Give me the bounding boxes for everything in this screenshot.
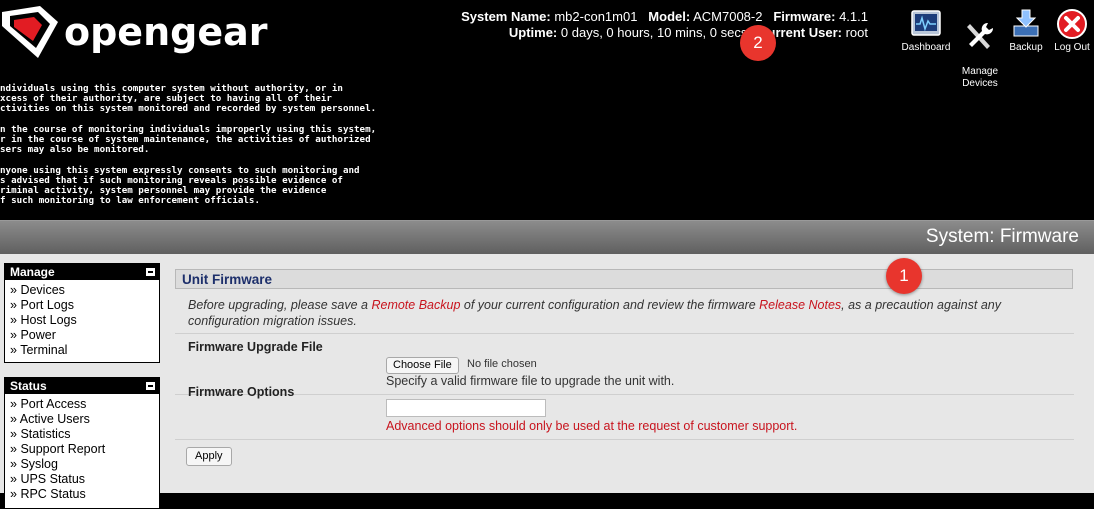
manage-menu-title: Manage xyxy=(10,265,55,279)
minimize-icon[interactable] xyxy=(146,268,155,276)
intro-text: of your current configuration and review… xyxy=(460,298,760,312)
model-value: ACM7008-2 xyxy=(693,9,763,24)
apply-button[interactable]: Apply xyxy=(186,447,232,466)
menu-item-port-logs[interactable]: Port Logs xyxy=(5,298,159,313)
logout-icon xyxy=(1057,9,1087,39)
divider xyxy=(175,333,1074,334)
dashboard-label: Dashboard xyxy=(901,42,951,53)
firmware-upgrade-label: Firmware Upgrade File xyxy=(188,340,323,354)
login-banner: ndividuals using this computer system wi… xyxy=(0,83,377,207)
page-title-bar: System: Firmware xyxy=(0,220,1094,255)
no-file-text: No file chosen xyxy=(467,358,537,370)
intro-text: Before upgrading, please save a xyxy=(188,298,372,312)
dashboard-button[interactable]: Dashboard xyxy=(896,8,956,54)
manage-menu: Manage Devices Port Logs Host Logs Power… xyxy=(4,263,160,363)
status-menu: Status Port Access Active Users Statisti… xyxy=(4,377,160,509)
choose-file-button[interactable]: Choose File xyxy=(386,357,459,374)
backup-label: Backup xyxy=(1009,42,1043,53)
opengear-logo: opengear xyxy=(0,2,270,62)
backup-button[interactable]: Backup xyxy=(1006,8,1046,54)
menu-item-active-users[interactable]: Active Users xyxy=(5,412,159,427)
current-user-value: root xyxy=(845,25,868,40)
system-name-value: mb2-con1m01 xyxy=(554,9,638,24)
menu-item-devices[interactable]: Devices xyxy=(5,283,159,298)
firmware-options-input[interactable] xyxy=(386,399,546,417)
options-hint: Advanced options should only be used at … xyxy=(386,419,798,433)
annotation-badge-2: 2 xyxy=(740,25,776,61)
menu-item-syslog[interactable]: Syslog xyxy=(5,457,159,472)
manage-menu-header: Manage xyxy=(5,264,159,280)
system-info: System Name: mb2-con1m01 Model: ACM7008-… xyxy=(461,9,868,41)
logout-button[interactable]: Log Out xyxy=(1050,8,1094,54)
firmware-value: 4.1.1 xyxy=(839,9,868,24)
menu-item-ups-status[interactable]: UPS Status xyxy=(5,472,159,487)
firmware-label: Firmware: xyxy=(773,9,836,24)
logo-text: opengear xyxy=(64,10,268,54)
logo-mark-icon xyxy=(2,6,58,58)
wrench-screwdriver-icon xyxy=(967,22,994,49)
menu-item-rpc-status[interactable]: RPC Status xyxy=(5,487,159,502)
logout-label: Log Out xyxy=(1054,42,1090,53)
divider xyxy=(175,394,1074,395)
menu-item-port-access[interactable]: Port Access xyxy=(5,397,159,412)
menu-item-power[interactable]: Power xyxy=(5,328,159,343)
divider xyxy=(175,439,1074,440)
system-name-label: System Name: xyxy=(461,9,551,24)
menu-item-terminal[interactable]: Terminal xyxy=(5,343,159,358)
model-label: Model: xyxy=(648,9,691,24)
firmware-intro: Before upgrading, please save a Remote B… xyxy=(188,297,1068,329)
backup-icon xyxy=(1013,9,1039,37)
uptime-label: Uptime: xyxy=(508,25,558,40)
menu-item-support-report[interactable]: Support Report xyxy=(5,442,159,457)
annotation-badge-1: 1 xyxy=(886,258,922,294)
status-menu-header: Status xyxy=(5,378,159,394)
release-notes-link[interactable]: Release Notes xyxy=(759,298,841,312)
content-area: Manage Devices Port Logs Host Logs Power… xyxy=(0,254,1094,509)
header: opengear System Name: mb2-con1m01 Model:… xyxy=(0,0,1094,220)
toolbar: Dashboard Manage Devices Backup Log Out xyxy=(896,8,1094,89)
menu-item-host-logs[interactable]: Host Logs xyxy=(5,313,159,328)
page-title: System: Firmware xyxy=(925,226,1079,247)
manage-devices-label: Manage Devices xyxy=(961,66,999,89)
menu-item-statistics[interactable]: Statistics xyxy=(5,427,159,442)
manage-devices-button[interactable]: Manage Devices xyxy=(958,8,1002,90)
firmware-options-label: Firmware Options xyxy=(188,385,295,399)
remote-backup-link[interactable]: Remote Backup xyxy=(371,298,460,312)
uptime-value: 0 days, 0 hours, 10 mins, 0 secs xyxy=(560,25,748,40)
status-menu-title: Status xyxy=(10,379,47,393)
section-title: Unit Firmware xyxy=(175,269,1073,289)
upgrade-hint: Specify a valid firmware file to upgrade… xyxy=(386,374,675,388)
dashboard-icon xyxy=(911,10,941,36)
minimize-icon[interactable] xyxy=(146,382,155,390)
